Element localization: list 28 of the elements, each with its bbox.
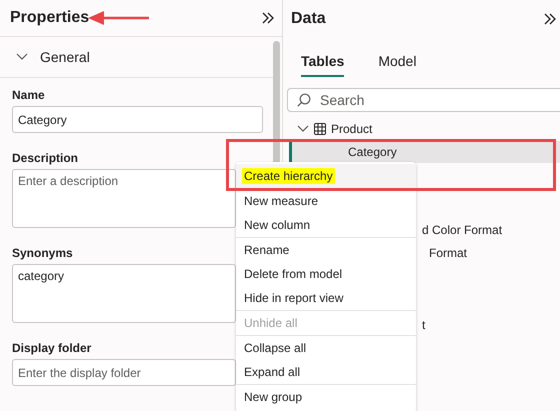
- menu-item[interactable]: New column: [236, 213, 416, 237]
- collapse-icon[interactable]: [262, 12, 274, 24]
- menu-item[interactable]: Expand all: [236, 360, 416, 384]
- menu-item[interactable]: Create hierarchy: [236, 164, 416, 188]
- collapse-icon[interactable]: [544, 12, 556, 24]
- table-icon: [314, 123, 326, 135]
- tab[interactable]: Model: [378, 53, 416, 77]
- search-field[interactable]: Search: [287, 88, 560, 112]
- text-field[interactable]: Category: [12, 106, 263, 133]
- text-field[interactable]: Enter the display folder: [12, 359, 236, 386]
- text-area[interactable]: category: [12, 264, 236, 323]
- menu-item[interactable]: Hide in report view: [236, 286, 416, 310]
- menu-item[interactable]: New measure: [236, 188, 416, 213]
- annotation-arrow: [88, 10, 150, 26]
- table-name[interactable]: Product: [331, 122, 372, 136]
- panel-title: Properties: [10, 9, 90, 27]
- tab[interactable]: Tables: [301, 53, 344, 77]
- menu-item[interactable]: Delete from model: [236, 262, 416, 286]
- tree-item[interactable]: Category: [289, 141, 560, 163]
- text-area[interactable]: Enter a description: [12, 169, 236, 228]
- menu-item[interactable]: New group: [236, 384, 416, 409]
- chevron-icon: [16, 53, 28, 61]
- panel-title: Data: [291, 10, 326, 28]
- menu-item[interactable]: Rename: [236, 237, 416, 262]
- field-label: Name: [12, 88, 46, 102]
- menu-item[interactable]: Collapse all: [236, 335, 416, 360]
- field-label: Description: [12, 151, 80, 165]
- chevron-icon[interactable]: [297, 125, 309, 133]
